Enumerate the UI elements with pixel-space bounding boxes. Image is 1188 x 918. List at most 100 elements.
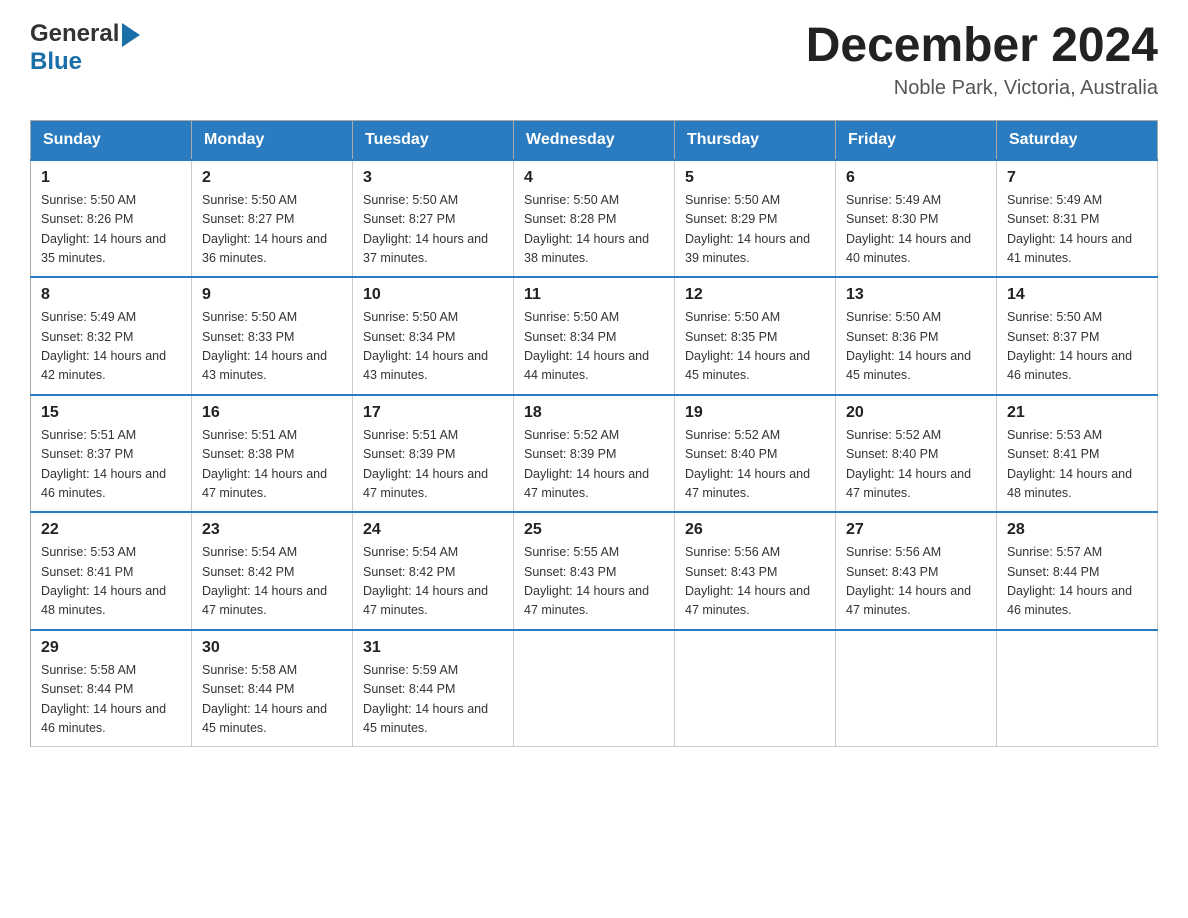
calendar-cell: 5 Sunrise: 5:50 AMSunset: 8:29 PMDayligh… [675,160,836,278]
day-number: 15 [41,404,181,422]
day-info: Sunrise: 5:54 AMSunset: 8:42 PMDaylight:… [363,545,488,617]
day-number: 11 [524,286,664,304]
logo-triangle-icon [122,23,140,47]
calendar-header-wednesday: Wednesday [514,120,675,160]
calendar-cell: 16 Sunrise: 5:51 AMSunset: 8:38 PMDaylig… [192,395,353,513]
day-info: Sunrise: 5:53 AMSunset: 8:41 PMDaylight:… [1007,428,1132,500]
day-number: 25 [524,521,664,539]
day-number: 12 [685,286,825,304]
calendar-week-2: 8 Sunrise: 5:49 AMSunset: 8:32 PMDayligh… [31,277,1158,395]
day-number: 14 [1007,286,1147,304]
day-info: Sunrise: 5:51 AMSunset: 8:38 PMDaylight:… [202,428,327,500]
day-info: Sunrise: 5:54 AMSunset: 8:42 PMDaylight:… [202,545,327,617]
calendar-cell: 22 Sunrise: 5:53 AMSunset: 8:41 PMDaylig… [31,512,192,630]
day-number: 4 [524,169,664,187]
calendar-cell [675,630,836,747]
calendar-cell: 27 Sunrise: 5:56 AMSunset: 8:43 PMDaylig… [836,512,997,630]
day-info: Sunrise: 5:50 AMSunset: 8:27 PMDaylight:… [202,193,327,265]
day-info: Sunrise: 5:58 AMSunset: 8:44 PMDaylight:… [41,663,166,735]
calendar-cell: 10 Sunrise: 5:50 AMSunset: 8:34 PMDaylig… [353,277,514,395]
day-info: Sunrise: 5:50 AMSunset: 8:27 PMDaylight:… [363,193,488,265]
day-info: Sunrise: 5:57 AMSunset: 8:44 PMDaylight:… [1007,545,1132,617]
calendar-cell: 8 Sunrise: 5:49 AMSunset: 8:32 PMDayligh… [31,277,192,395]
day-info: Sunrise: 5:50 AMSunset: 8:26 PMDaylight:… [41,193,166,265]
calendar-cell [997,630,1158,747]
day-number: 27 [846,521,986,539]
calendar-header-friday: Friday [836,120,997,160]
calendar-week-3: 15 Sunrise: 5:51 AMSunset: 8:37 PMDaylig… [31,395,1158,513]
calendar-cell: 12 Sunrise: 5:50 AMSunset: 8:35 PMDaylig… [675,277,836,395]
calendar-cell: 3 Sunrise: 5:50 AMSunset: 8:27 PMDayligh… [353,160,514,278]
calendar-cell: 29 Sunrise: 5:58 AMSunset: 8:44 PMDaylig… [31,630,192,747]
day-info: Sunrise: 5:49 AMSunset: 8:32 PMDaylight:… [41,310,166,382]
day-number: 21 [1007,404,1147,422]
calendar-cell: 24 Sunrise: 5:54 AMSunset: 8:42 PMDaylig… [353,512,514,630]
calendar-cell: 26 Sunrise: 5:56 AMSunset: 8:43 PMDaylig… [675,512,836,630]
day-number: 1 [41,169,181,187]
logo-blue-text: Blue [30,48,82,75]
day-number: 10 [363,286,503,304]
calendar-cell [514,630,675,747]
day-info: Sunrise: 5:56 AMSunset: 8:43 PMDaylight:… [846,545,971,617]
calendar-header-monday: Monday [192,120,353,160]
day-info: Sunrise: 5:51 AMSunset: 8:39 PMDaylight:… [363,428,488,500]
day-number: 9 [202,286,342,304]
calendar-cell: 31 Sunrise: 5:59 AMSunset: 8:44 PMDaylig… [353,630,514,747]
calendar-cell: 15 Sunrise: 5:51 AMSunset: 8:37 PMDaylig… [31,395,192,513]
day-number: 29 [41,639,181,657]
title-area: December 2024 Noble Park, Victoria, Aust… [806,20,1158,100]
day-info: Sunrise: 5:50 AMSunset: 8:33 PMDaylight:… [202,310,327,382]
day-info: Sunrise: 5:50 AMSunset: 8:37 PMDaylight:… [1007,310,1132,382]
calendar-cell: 6 Sunrise: 5:49 AMSunset: 8:30 PMDayligh… [836,160,997,278]
calendar-cell: 30 Sunrise: 5:58 AMSunset: 8:44 PMDaylig… [192,630,353,747]
day-number: 26 [685,521,825,539]
day-info: Sunrise: 5:52 AMSunset: 8:40 PMDaylight:… [685,428,810,500]
calendar-cell: 9 Sunrise: 5:50 AMSunset: 8:33 PMDayligh… [192,277,353,395]
day-number: 13 [846,286,986,304]
day-info: Sunrise: 5:53 AMSunset: 8:41 PMDaylight:… [41,545,166,617]
logo-general-text: General [30,20,119,48]
calendar-cell: 1 Sunrise: 5:50 AMSunset: 8:26 PMDayligh… [31,160,192,278]
logo: General Blue [30,20,140,76]
day-info: Sunrise: 5:55 AMSunset: 8:43 PMDaylight:… [524,545,649,617]
day-info: Sunrise: 5:50 AMSunset: 8:35 PMDaylight:… [685,310,810,382]
day-number: 30 [202,639,342,657]
day-number: 3 [363,169,503,187]
day-number: 31 [363,639,503,657]
day-info: Sunrise: 5:56 AMSunset: 8:43 PMDaylight:… [685,545,810,617]
day-info: Sunrise: 5:49 AMSunset: 8:31 PMDaylight:… [1007,193,1132,265]
calendar-header-saturday: Saturday [997,120,1158,160]
calendar-cell: 2 Sunrise: 5:50 AMSunset: 8:27 PMDayligh… [192,160,353,278]
day-info: Sunrise: 5:58 AMSunset: 8:44 PMDaylight:… [202,663,327,735]
day-number: 17 [363,404,503,422]
day-info: Sunrise: 5:51 AMSunset: 8:37 PMDaylight:… [41,428,166,500]
day-number: 28 [1007,521,1147,539]
calendar-header-thursday: Thursday [675,120,836,160]
day-number: 23 [202,521,342,539]
calendar-cell: 23 Sunrise: 5:54 AMSunset: 8:42 PMDaylig… [192,512,353,630]
calendar-cell: 11 Sunrise: 5:50 AMSunset: 8:34 PMDaylig… [514,277,675,395]
calendar-header-tuesday: Tuesday [353,120,514,160]
day-number: 8 [41,286,181,304]
calendar-week-5: 29 Sunrise: 5:58 AMSunset: 8:44 PMDaylig… [31,630,1158,747]
calendar-cell: 13 Sunrise: 5:50 AMSunset: 8:36 PMDaylig… [836,277,997,395]
month-title: December 2024 [806,20,1158,73]
page-header: General Blue December 2024 Noble Park, V… [30,20,1158,100]
day-info: Sunrise: 5:50 AMSunset: 8:34 PMDaylight:… [524,310,649,382]
day-number: 20 [846,404,986,422]
day-number: 6 [846,169,986,187]
day-info: Sunrise: 5:52 AMSunset: 8:39 PMDaylight:… [524,428,649,500]
calendar-cell [836,630,997,747]
calendar-header-sunday: Sunday [31,120,192,160]
day-number: 24 [363,521,503,539]
calendar-cell: 28 Sunrise: 5:57 AMSunset: 8:44 PMDaylig… [997,512,1158,630]
day-info: Sunrise: 5:50 AMSunset: 8:36 PMDaylight:… [846,310,971,382]
calendar-cell: 4 Sunrise: 5:50 AMSunset: 8:28 PMDayligh… [514,160,675,278]
day-number: 7 [1007,169,1147,187]
day-info: Sunrise: 5:50 AMSunset: 8:29 PMDaylight:… [685,193,810,265]
calendar-week-4: 22 Sunrise: 5:53 AMSunset: 8:41 PMDaylig… [31,512,1158,630]
day-number: 5 [685,169,825,187]
calendar-cell: 20 Sunrise: 5:52 AMSunset: 8:40 PMDaylig… [836,395,997,513]
calendar-table: SundayMondayTuesdayWednesdayThursdayFrid… [30,120,1158,748]
day-number: 22 [41,521,181,539]
